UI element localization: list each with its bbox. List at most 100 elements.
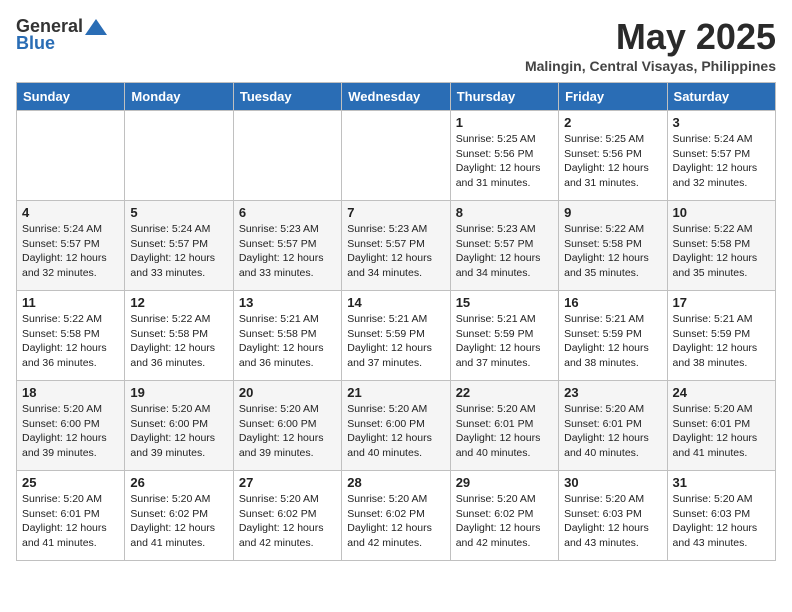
day-detail: Sunrise: 5:20 AM Sunset: 6:02 PM Dayligh… (347, 492, 444, 551)
day-detail: Sunrise: 5:21 AM Sunset: 5:59 PM Dayligh… (564, 312, 661, 371)
day-number: 9 (564, 205, 661, 220)
table-cell: 14 Sunrise: 5:21 AM Sunset: 5:59 PM Dayli… (342, 291, 450, 381)
table-cell: 18 Sunrise: 5:20 AM Sunset: 6:00 PM Dayli… (17, 381, 125, 471)
table-cell: 26 Sunrise: 5:20 AM Sunset: 6:02 PM Dayli… (125, 471, 233, 561)
day-detail: Sunrise: 5:24 AM Sunset: 5:57 PM Dayligh… (673, 132, 770, 191)
day-detail: Sunrise: 5:20 AM Sunset: 6:01 PM Dayligh… (22, 492, 119, 551)
calendar-table: SundayMondayTuesdayWednesdayThursdayFrid… (16, 82, 776, 561)
day-detail: Sunrise: 5:20 AM Sunset: 6:00 PM Dayligh… (22, 402, 119, 461)
header-monday: Monday (125, 83, 233, 111)
table-cell: 10 Sunrise: 5:22 AM Sunset: 5:58 PM Dayli… (667, 201, 775, 291)
day-number: 23 (564, 385, 661, 400)
logo-icon (85, 17, 107, 37)
day-detail: Sunrise: 5:20 AM Sunset: 6:02 PM Dayligh… (239, 492, 336, 551)
day-number: 25 (22, 475, 119, 490)
table-cell (17, 111, 125, 201)
day-number: 28 (347, 475, 444, 490)
table-cell: 3 Sunrise: 5:24 AM Sunset: 5:57 PM Daylig… (667, 111, 775, 201)
day-detail: Sunrise: 5:22 AM Sunset: 5:58 PM Dayligh… (564, 222, 661, 281)
table-cell: 22Sunrise: 5:20 AM Sunset: 6:01 PM Dayli… (450, 381, 558, 471)
days-header-row: SundayMondayTuesdayWednesdayThursdayFrid… (17, 83, 776, 111)
page-header: General Blue May 2025 Malingin, Central … (16, 16, 776, 74)
day-number: 17 (673, 295, 770, 310)
table-cell: 1 Sunrise: 5:25 AM Sunset: 5:56 PM Daylig… (450, 111, 558, 201)
header-friday: Friday (559, 83, 667, 111)
day-detail: Sunrise: 5:25 AM Sunset: 5:56 PM Dayligh… (564, 132, 661, 191)
day-number: 22 (456, 385, 553, 400)
week-row-4: 18 Sunrise: 5:20 AM Sunset: 6:00 PM Dayli… (17, 381, 776, 471)
table-cell: 19 Sunrise: 5:20 AM Sunset: 6:00 PM Dayli… (125, 381, 233, 471)
table-cell: 30 Sunrise: 5:20 AM Sunset: 6:03 PM Dayli… (559, 471, 667, 561)
day-detail: Sunrise: 5:21 AM Sunset: 5:58 PM Dayligh… (239, 312, 336, 371)
table-cell: 20 Sunrise: 5:20 AM Sunset: 6:00 PM Dayli… (233, 381, 341, 471)
day-number: 4 (22, 205, 119, 220)
day-detail: Sunrise: 5:20 AM Sunset: 6:03 PM Dayligh… (673, 492, 770, 551)
day-detail: Sunrise: 5:24 AM Sunset: 5:57 PM Dayligh… (22, 222, 119, 281)
day-detail: Sunrise: 5:25 AM Sunset: 5:56 PM Dayligh… (456, 132, 553, 191)
table-cell: 27Sunrise: 5:20 AM Sunset: 6:02 PM Dayli… (233, 471, 341, 561)
day-detail: Sunrise: 5:20 AM Sunset: 6:03 PM Dayligh… (564, 492, 661, 551)
week-row-2: 4 Sunrise: 5:24 AM Sunset: 5:57 PM Daylig… (17, 201, 776, 291)
day-number: 8 (456, 205, 553, 220)
day-detail: Sunrise: 5:21 AM Sunset: 5:59 PM Dayligh… (347, 312, 444, 371)
header-thursday: Thursday (450, 83, 558, 111)
header-tuesday: Tuesday (233, 83, 341, 111)
day-number: 14 (347, 295, 444, 310)
table-cell: 12Sunrise: 5:22 AM Sunset: 5:58 PM Dayli… (125, 291, 233, 381)
table-cell: 25 Sunrise: 5:20 AM Sunset: 6:01 PM Dayli… (17, 471, 125, 561)
week-row-3: 11Sunrise: 5:22 AM Sunset: 5:58 PM Dayli… (17, 291, 776, 381)
day-number: 31 (673, 475, 770, 490)
logo: General Blue (16, 16, 107, 54)
day-number: 11 (22, 295, 119, 310)
table-cell: 6 Sunrise: 5:23 AM Sunset: 5:57 PM Daylig… (233, 201, 341, 291)
table-cell: 4 Sunrise: 5:24 AM Sunset: 5:57 PM Daylig… (17, 201, 125, 291)
day-number: 12 (130, 295, 227, 310)
day-number: 18 (22, 385, 119, 400)
table-cell: 29Sunrise: 5:20 AM Sunset: 6:02 PM Dayli… (450, 471, 558, 561)
day-number: 2 (564, 115, 661, 130)
location-title: Malingin, Central Visayas, Philippines (525, 58, 776, 74)
table-cell (125, 111, 233, 201)
day-number: 3 (673, 115, 770, 130)
day-number: 7 (347, 205, 444, 220)
day-number: 1 (456, 115, 553, 130)
day-detail: Sunrise: 5:21 AM Sunset: 5:59 PM Dayligh… (673, 312, 770, 371)
week-row-5: 25 Sunrise: 5:20 AM Sunset: 6:01 PM Dayli… (17, 471, 776, 561)
day-detail: Sunrise: 5:23 AM Sunset: 5:57 PM Dayligh… (239, 222, 336, 281)
day-number: 13 (239, 295, 336, 310)
table-cell: 11Sunrise: 5:22 AM Sunset: 5:58 PM Dayli… (17, 291, 125, 381)
table-cell: 13 Sunrise: 5:21 AM Sunset: 5:58 PM Dayli… (233, 291, 341, 381)
day-detail: Sunrise: 5:20 AM Sunset: 6:02 PM Dayligh… (130, 492, 227, 551)
day-number: 16 (564, 295, 661, 310)
table-cell: 7 Sunrise: 5:23 AM Sunset: 5:57 PM Daylig… (342, 201, 450, 291)
day-detail: Sunrise: 5:22 AM Sunset: 5:58 PM Dayligh… (673, 222, 770, 281)
day-detail: Sunrise: 5:20 AM Sunset: 6:00 PM Dayligh… (130, 402, 227, 461)
table-cell: 8 Sunrise: 5:23 AM Sunset: 5:57 PM Daylig… (450, 201, 558, 291)
header-sunday: Sunday (17, 83, 125, 111)
day-detail: Sunrise: 5:23 AM Sunset: 5:57 PM Dayligh… (456, 222, 553, 281)
month-title: May 2025 (525, 16, 776, 58)
day-detail: Sunrise: 5:21 AM Sunset: 5:59 PM Dayligh… (456, 312, 553, 371)
day-detail: Sunrise: 5:20 AM Sunset: 6:01 PM Dayligh… (673, 402, 770, 461)
table-cell (233, 111, 341, 201)
day-number: 6 (239, 205, 336, 220)
table-cell (342, 111, 450, 201)
week-row-1: 1 Sunrise: 5:25 AM Sunset: 5:56 PM Daylig… (17, 111, 776, 201)
header-wednesday: Wednesday (342, 83, 450, 111)
day-detail: Sunrise: 5:20 AM Sunset: 6:00 PM Dayligh… (347, 402, 444, 461)
day-number: 21 (347, 385, 444, 400)
day-number: 20 (239, 385, 336, 400)
title-area: May 2025 Malingin, Central Visayas, Phil… (525, 16, 776, 74)
day-number: 30 (564, 475, 661, 490)
day-number: 26 (130, 475, 227, 490)
table-cell: 16 Sunrise: 5:21 AM Sunset: 5:59 PM Dayli… (559, 291, 667, 381)
day-detail: Sunrise: 5:20 AM Sunset: 6:01 PM Dayligh… (564, 402, 661, 461)
table-cell: 24 Sunrise: 5:20 AM Sunset: 6:01 PM Dayli… (667, 381, 775, 471)
day-number: 5 (130, 205, 227, 220)
day-number: 19 (130, 385, 227, 400)
day-detail: Sunrise: 5:20 AM Sunset: 6:00 PM Dayligh… (239, 402, 336, 461)
day-number: 24 (673, 385, 770, 400)
day-number: 15 (456, 295, 553, 310)
day-detail: Sunrise: 5:23 AM Sunset: 5:57 PM Dayligh… (347, 222, 444, 281)
day-number: 10 (673, 205, 770, 220)
